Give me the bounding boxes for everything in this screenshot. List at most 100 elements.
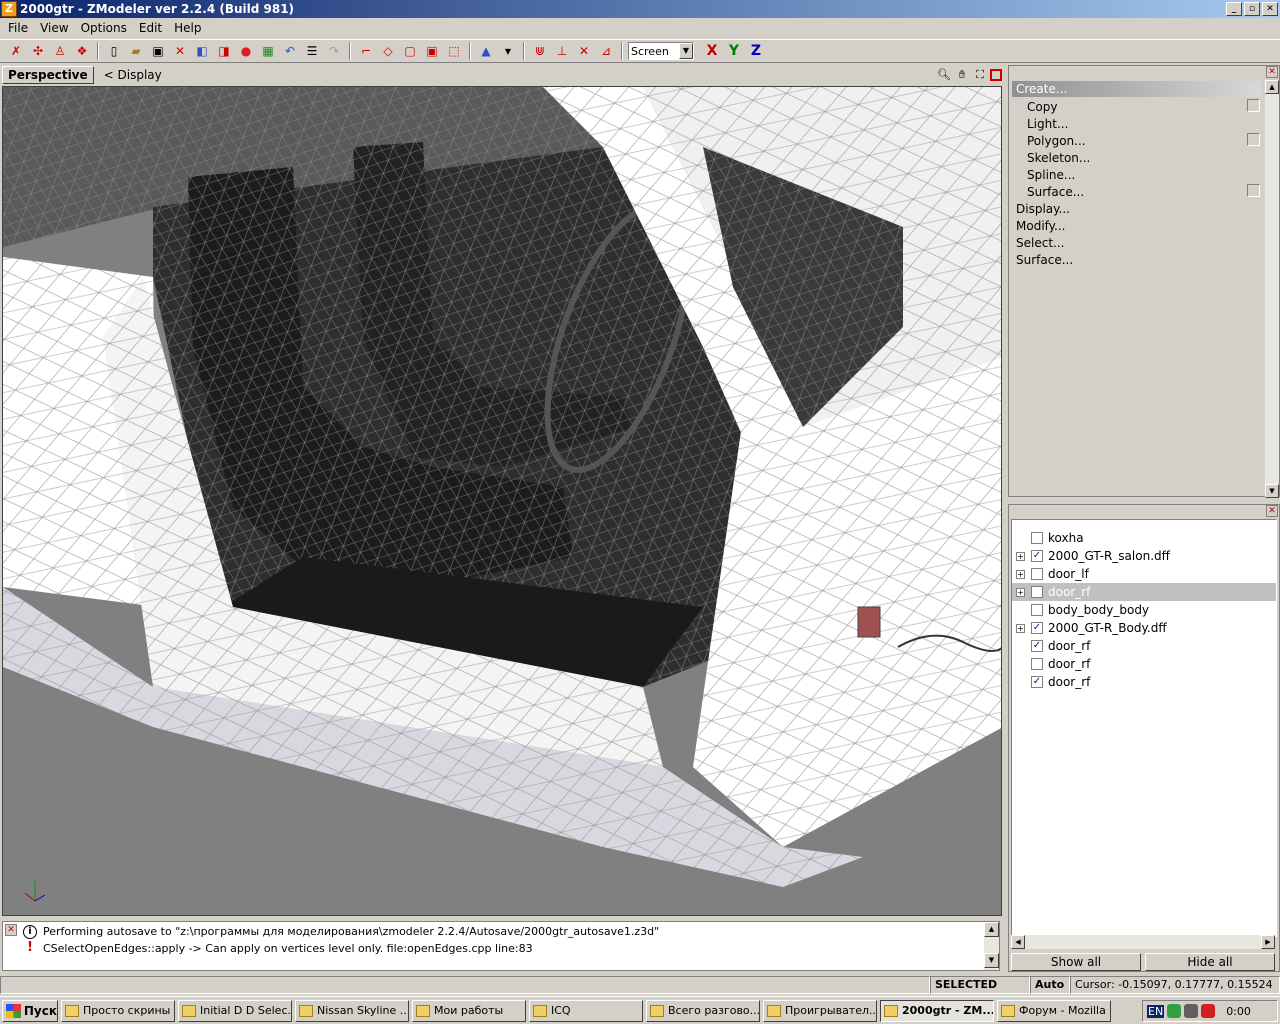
3d-viewport[interactable] [2, 86, 1002, 916]
tree-item[interactable]: + ✓ 2000_GT-R_salon.dff [1012, 547, 1276, 565]
scroll-up-icon[interactable]: ▲ [984, 922, 999, 937]
menu-file[interactable]: File [2, 21, 34, 35]
open-file-icon[interactable]: ▰ [126, 41, 146, 61]
taskbar-button[interactable]: Nissan Skyline ... [295, 999, 409, 1022]
close-button[interactable]: ✕ [1262, 2, 1278, 16]
box-mode-icon[interactable]: ▣ [422, 41, 442, 61]
pan-hand-icon[interactable]: ✋︎ [954, 67, 970, 83]
menu-item-display[interactable]: Display... [1016, 201, 1090, 218]
menu-item-modify[interactable]: Modify... [1016, 218, 1090, 235]
taskbar-button[interactable]: Проигрывател... [763, 999, 877, 1022]
taskbar-button[interactable]: Всего разгово... [646, 999, 760, 1022]
close-log-icon[interactable]: ✕ [5, 924, 17, 936]
visibility-checkbox[interactable] [1031, 658, 1043, 670]
create-item-copy[interactable]: Copy [1016, 99, 1090, 116]
tree-item[interactable]: koxha [1012, 529, 1276, 547]
menu-item-surface[interactable]: Surface... [1016, 252, 1090, 269]
taskbar-button[interactable]: Мои работы [412, 999, 526, 1022]
create-item-light[interactable]: Light... [1016, 116, 1090, 133]
export-icon[interactable]: ◨ [214, 41, 234, 61]
coordinate-space-select[interactable]: Screen ▼ [628, 42, 694, 60]
face-mode-icon[interactable]: ◇ [378, 41, 398, 61]
axis-x-toggle[interactable]: X [702, 41, 722, 61]
close-panel-icon[interactable]: ✕ [1266, 66, 1278, 78]
render-icon[interactable]: ▦ [258, 41, 278, 61]
visibility-checkbox[interactable] [1031, 568, 1043, 580]
scroll-down-icon[interactable]: ▼ [984, 953, 999, 968]
move-tool-icon[interactable]: ✣ [28, 41, 48, 61]
minimize-button[interactable]: _ [1226, 2, 1242, 16]
undo-icon[interactable]: ↶ [280, 41, 300, 61]
visibility-checkbox[interactable] [1031, 586, 1043, 598]
vertex-mode-icon[interactable]: ⌐ [356, 41, 376, 61]
dropdown-arrow-icon[interactable]: ▼ [498, 41, 518, 61]
visibility-checkbox[interactable]: ✓ [1031, 550, 1043, 562]
create-item-polygon[interactable]: Polygon... [1016, 133, 1090, 150]
scroll-right-icon[interactable]: ▶ [1261, 935, 1275, 949]
close-panel-icon[interactable]: ✕ [1266, 505, 1278, 517]
select-tool-icon[interactable]: ✗ [6, 41, 26, 61]
command-panel-scrollbar[interactable]: ▲ ▼ [1265, 80, 1279, 498]
axes-corner-icon[interactable]: ⊿ [596, 41, 616, 61]
expand-plus-icon[interactable]: + [1016, 569, 1025, 579]
maximize-button[interactable]: ▫ [1244, 2, 1260, 16]
magnet-icon[interactable]: ⋓ [530, 41, 550, 61]
antivirus-tray-icon[interactable] [1201, 1004, 1216, 1018]
tree-item[interactable]: ✓ door_rf [1012, 673, 1276, 691]
menu-help[interactable]: Help [168, 21, 207, 35]
copy-option-checkbox[interactable] [1247, 99, 1260, 112]
surface-option-checkbox[interactable] [1247, 184, 1260, 197]
tree-item[interactable]: ✓ door_rf [1012, 637, 1276, 655]
expand-plus-icon[interactable]: + [1016, 551, 1025, 561]
taskbar-button[interactable]: Initial D D Selec... [178, 999, 292, 1022]
zoom-icon[interactable]: 🔍︎ [936, 67, 952, 83]
menu-options[interactable]: Options [75, 21, 133, 35]
taskbar-button[interactable]: Форум - Mozilla ... [997, 999, 1111, 1022]
viewport-tab-perspective[interactable]: Perspective [2, 66, 94, 84]
visibility-checkbox[interactable]: ✓ [1031, 622, 1043, 634]
import-icon[interactable]: ◧ [192, 41, 212, 61]
axes-icon[interactable]: ⊥ [552, 41, 572, 61]
tree-item[interactable]: + door_lf [1012, 565, 1276, 583]
viewport-display-menu[interactable]: < Display [104, 68, 162, 82]
visibility-checkbox[interactable]: ✓ [1031, 676, 1043, 688]
scroll-up-icon[interactable]: ▲ [1265, 80, 1279, 94]
notes-icon[interactable]: ☰ [302, 41, 322, 61]
tree-horizontal-scrollbar[interactable]: ◀ ▶ [1011, 935, 1275, 949]
network-tray-icon[interactable] [1184, 1004, 1199, 1018]
tree-item[interactable]: door_rf [1012, 655, 1276, 673]
save-file-icon[interactable]: ▣ [148, 41, 168, 61]
create-item-skeleton[interactable]: Skeleton... [1016, 150, 1090, 167]
visibility-checkbox[interactable] [1031, 532, 1043, 544]
scroll-down-icon[interactable]: ▼ [1265, 484, 1279, 498]
create-item-surface[interactable]: Surface... [1016, 184, 1090, 201]
expand-plus-icon[interactable]: + [1016, 587, 1025, 597]
redo-icon[interactable]: ↷ [324, 41, 344, 61]
log-scrollbar[interactable]: ▲ ▼ [984, 922, 999, 970]
record-icon[interactable]: ● [236, 41, 256, 61]
show-all-button[interactable]: Show all [1011, 953, 1141, 971]
taskbar-button[interactable]: 2000gtr - ZM... [880, 999, 994, 1022]
visibility-checkbox[interactable]: ✓ [1031, 640, 1043, 652]
menu-edit[interactable]: Edit [133, 21, 168, 35]
create-menu-header[interactable]: Create... [1012, 81, 1261, 97]
taskbar-button[interactable]: ICQ [529, 999, 643, 1022]
close-viewport-icon[interactable] [990, 69, 1002, 81]
create-item-spline[interactable]: Spline... [1016, 167, 1090, 184]
axes-cross-icon[interactable]: ✕ [574, 41, 594, 61]
axis-z-toggle[interactable]: Z [746, 41, 766, 61]
delete-icon[interactable]: ✕ [170, 41, 190, 61]
language-indicator[interactable]: EN [1147, 1004, 1165, 1018]
axis-y-toggle[interactable]: Y [724, 41, 744, 61]
maximize-viewport-icon[interactable]: ⛶ [972, 67, 988, 83]
start-button[interactable]: Пуск [2, 999, 58, 1022]
tree-item[interactable]: + ✓ 2000_GT-R_Body.dff [1012, 619, 1276, 637]
object-mode-icon[interactable]: ▢ [400, 41, 420, 61]
new-file-icon[interactable]: ▯ [104, 41, 124, 61]
cube-mode-icon[interactable]: ⬚ [444, 41, 464, 61]
chevron-down-icon[interactable]: ▼ [679, 43, 693, 59]
visibility-checkbox[interactable] [1031, 604, 1043, 616]
scroll-left-icon[interactable]: ◀ [1011, 935, 1025, 949]
taskbar-button[interactable]: Просто скрины [61, 999, 175, 1022]
figure-tool-icon[interactable]: ♙ [50, 41, 70, 61]
